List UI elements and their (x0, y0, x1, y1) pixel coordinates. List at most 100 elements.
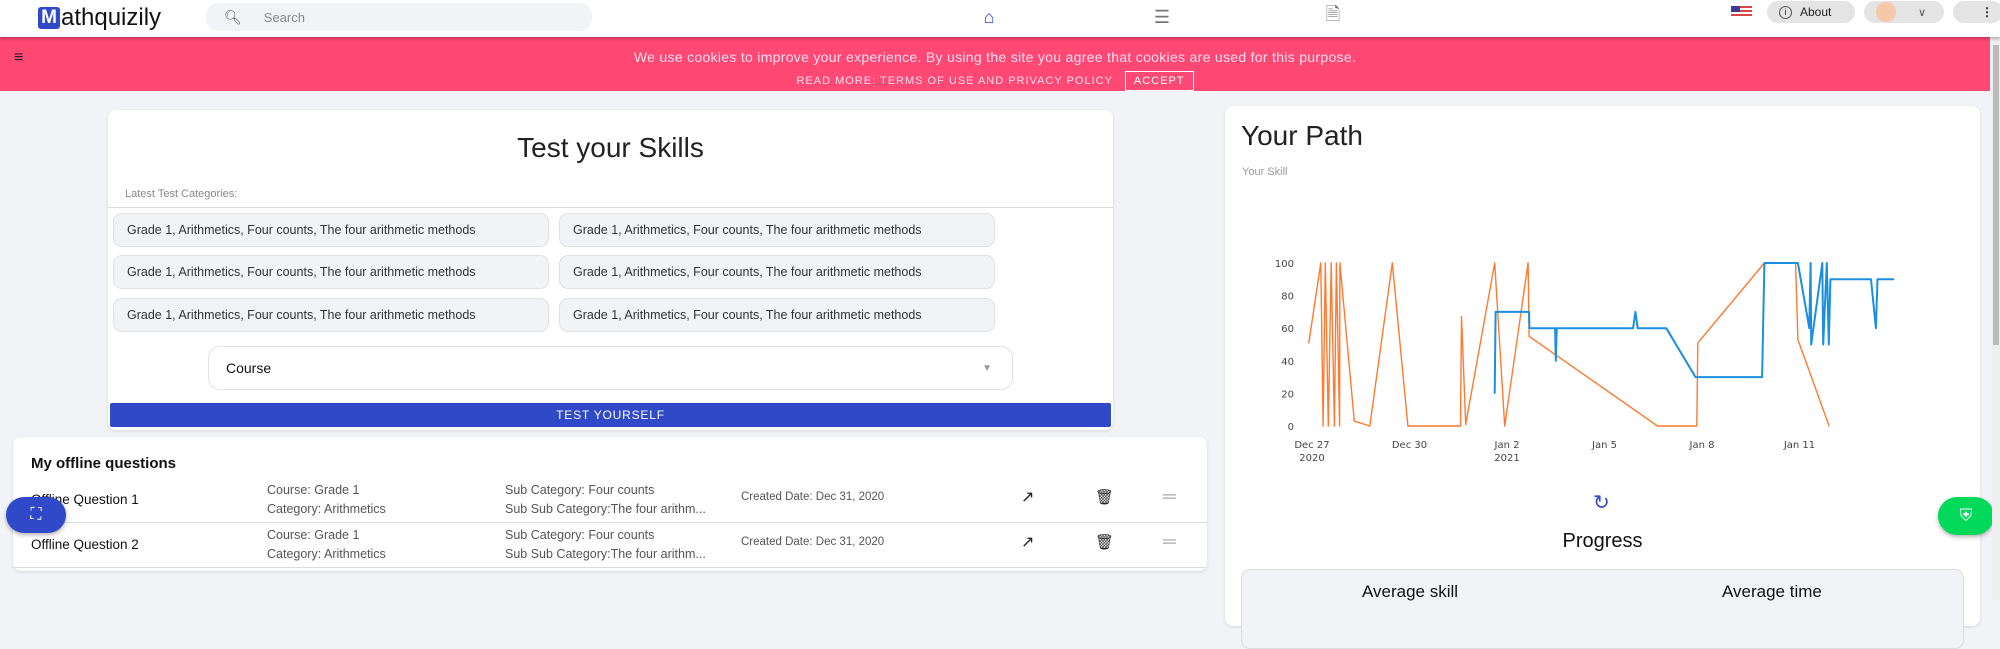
data-point (1353, 420, 1355, 422)
skill-chart: 0 20 40 60 80 100 Dec 27 2020 Dec 30 Jan 2 2021 Jan… (1275, 259, 1895, 464)
data-point (1763, 262, 1766, 264)
about-button[interactable]: i About (1767, 1, 1855, 23)
info-icon: i (1779, 5, 1792, 19)
scrollbar[interactable] (1992, 37, 2000, 600)
data-point (1875, 327, 1877, 329)
offline-questions-card: My offline questions Offline Question 1 … (13, 437, 1207, 571)
data-point (1528, 335, 1530, 337)
x-tick-label: Jan 5 (1591, 440, 1617, 451)
data-point (1810, 343, 1812, 346)
data-point (1556, 327, 1558, 329)
category-chip[interactable]: Grade 1, Arithmetics, Four counts, The f… (559, 255, 995, 289)
drag-handle-icon[interactable]: ═ (1163, 532, 1176, 551)
search-placeholder: Search (263, 9, 305, 25)
data-point (1527, 262, 1529, 264)
data-point (1555, 360, 1557, 362)
privacy-shield-button[interactable]: ⛨ (1938, 497, 1994, 535)
drag-handle-icon[interactable]: ═ (1163, 487, 1176, 506)
data-point (1893, 278, 1895, 280)
open-external-icon[interactable]: ↗ (1021, 488, 1034, 507)
question-subcategory: Sub Category: Four counts (505, 483, 655, 497)
question-created-date: Created Date: Dec 31, 2020 (741, 491, 885, 503)
data-point (1528, 327, 1531, 329)
data-point (1761, 376, 1763, 378)
logo-mark: M (38, 7, 60, 29)
data-point (1632, 327, 1634, 329)
y-tick-label: 40 (1281, 357, 1294, 368)
data-point (1822, 343, 1824, 346)
data-point (1495, 311, 1497, 313)
question-course: Course: Grade 1 (267, 528, 360, 542)
course-select[interactable]: Course ▼ (208, 346, 1013, 390)
test-yourself-button[interactable]: TEST YOURSELF (110, 403, 1111, 427)
data-point (1797, 339, 1799, 341)
x-tick-label: Jan 2 (1494, 440, 1520, 451)
category-chip[interactable]: Grade 1, Arithmetics, Four counts, The f… (113, 298, 549, 332)
data-point (1828, 425, 1830, 427)
table-row[interactable]: Offline Question 2 Course: Grade 1 Catego… (13, 523, 1207, 568)
search-icon: 🔍︎ (224, 8, 242, 25)
table-row[interactable]: Offline Question 1 Course: Grade 1 Catego… (13, 478, 1207, 523)
data-point (1391, 262, 1393, 264)
logo-text: athquizily (61, 4, 162, 31)
document-icon[interactable]: 🗎 (1321, 4, 1345, 28)
divider (108, 207, 1113, 208)
data-point (1697, 342, 1699, 344)
cookie-banner: ≡ We use cookies to improve your experie… (0, 37, 1990, 91)
data-point (1634, 311, 1636, 313)
category-chip[interactable]: Grade 1, Arithmetics, Four counts, The f… (113, 255, 549, 289)
trash-icon[interactable]: 🗑︎ (1095, 488, 1114, 507)
data-point (1826, 262, 1828, 264)
data-point (1339, 262, 1341, 264)
data-point (1696, 425, 1698, 427)
data-point (1637, 327, 1639, 329)
read-more-link[interactable]: READ MORE: TERMS OF USE AND PRIVACY POLI… (796, 75, 1112, 87)
data-point (1665, 327, 1667, 329)
data-point (1451, 425, 1454, 427)
x-tick-label: Dec 27 (1294, 440, 1329, 451)
data-point (1407, 425, 1409, 427)
logo[interactable]: Mathquizily (38, 4, 161, 32)
data-point (1459, 425, 1462, 427)
data-point (1494, 392, 1496, 394)
home-icon[interactable]: ⌂ (977, 6, 1001, 28)
search-input[interactable]: 🔍︎ Search (206, 3, 592, 31)
y-tick-label: 20 (1281, 389, 1294, 400)
x-tick-sublabel: 2021 (1494, 453, 1519, 464)
about-label: About (1800, 5, 1832, 19)
us-flag-icon[interactable] (1731, 6, 1752, 18)
test-skills-card: Test your Skills Latest Test Categories:… (108, 110, 1113, 430)
dropdown-arrow-icon: ▼ (982, 362, 992, 374)
data-point (1322, 425, 1324, 427)
progress-title: Progress (1562, 530, 1643, 552)
question-created-date: Created Date: Dec 31, 2020 (741, 536, 885, 548)
more-menu-icon[interactable]: ⋮ (1953, 1, 2000, 23)
question-subsubcategory: Sub Sub Category:The four arithm... (505, 547, 706, 561)
question-category: Category: Arithmetics (267, 547, 386, 561)
question-course: Course: Grade 1 (267, 483, 360, 497)
data-point (1797, 262, 1799, 264)
x-tick-label: Jan 8 (1689, 440, 1715, 451)
data-point (1369, 425, 1371, 427)
data-point (1829, 278, 1831, 280)
trash-icon[interactable]: 🗑︎ (1095, 533, 1114, 552)
data-point (1460, 316, 1463, 318)
user-menu-button[interactable]: ∨ (1864, 1, 1944, 23)
average-skill-label: Average skill (1362, 582, 1459, 601)
category-chip[interactable]: Grade 1, Arithmetics, Four counts, The f… (559, 298, 995, 332)
open-external-icon[interactable]: ↗ (1021, 533, 1034, 552)
chevron-down-icon: ∨ (1918, 6, 1927, 19)
category-chip[interactable]: Grade 1, Arithmetics, Four counts, The f… (559, 213, 995, 247)
top-nav: Mathquizily 🔍︎ Search ⌂ ☰ 🗎 i About ∨ ⋮ (0, 0, 2000, 37)
data-point (1465, 423, 1467, 425)
list-icon[interactable]: ☰ (1150, 6, 1174, 28)
page-title: Test your Skills (517, 132, 704, 163)
refresh-icon[interactable]: ↻ (1593, 490, 1610, 515)
fullscreen-button[interactable]: ⛶ (6, 497, 66, 533)
question-category: Category: Arithmetics (267, 502, 386, 516)
data-point (1339, 425, 1341, 427)
section-title: My offline questions (31, 455, 177, 472)
x-tick-label: Jan 11 (1783, 440, 1815, 451)
accept-button[interactable]: ACCEPT (1124, 71, 1194, 91)
category-chip[interactable]: Grade 1, Arithmetics, Four counts, The f… (113, 213, 549, 247)
